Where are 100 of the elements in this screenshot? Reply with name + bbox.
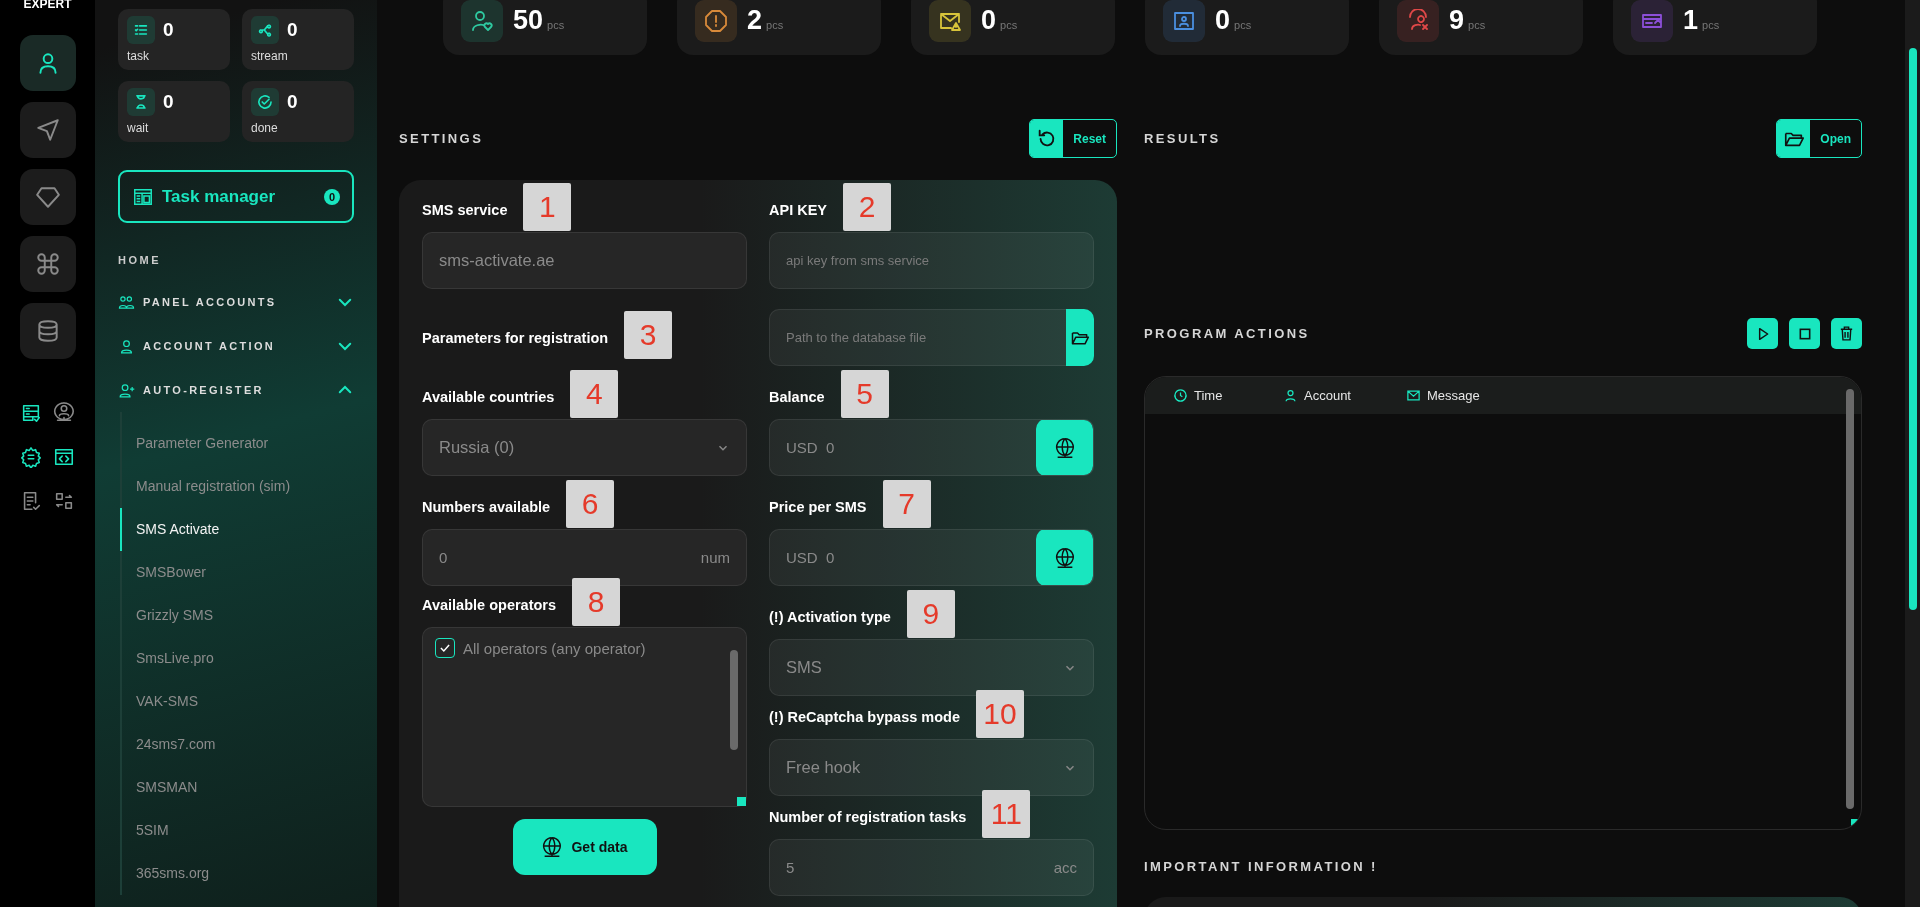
counter-label: done — [251, 121, 279, 135]
submenu-item[interactable]: 5SIM — [120, 809, 354, 852]
scrollbar[interactable] — [730, 650, 738, 750]
counter-label: stream — [251, 49, 289, 63]
code-icon[interactable] — [53, 446, 75, 468]
annotation-marker: 9 — [906, 590, 955, 638]
counter-value: 0 — [287, 19, 298, 41]
amount-field[interactable]: USD 0 — [769, 529, 1094, 586]
refresh-button[interactable] — [1036, 420, 1093, 475]
counter-value: 0 — [163, 91, 174, 113]
stat-unit: pcs — [1000, 18, 1018, 31]
user-plus-icon — [118, 381, 135, 399]
field-label: Parameters for registration — [422, 329, 609, 346]
trash-icon — [1838, 325, 1855, 342]
field-label: API KEY — [769, 202, 827, 218]
task-manager-button[interactable]: Task manager 0 — [118, 170, 354, 223]
user-icon — [118, 337, 135, 355]
globe-icon — [1053, 546, 1076, 569]
stat-value: 0 — [1215, 5, 1231, 36]
delete-button[interactable] — [1831, 318, 1862, 349]
group-icon — [118, 293, 135, 311]
annotation-marker: 1 — [523, 183, 572, 231]
submenu-item[interactable]: SMS Activate — [120, 508, 354, 551]
get-data-button[interactable]: Get data — [512, 819, 657, 875]
stat-value: 50 — [513, 5, 544, 36]
command-icon — [34, 251, 61, 277]
submenu-item[interactable]: Grizzly SMS — [120, 594, 354, 637]
dropdown[interactable]: Russia (0) — [422, 419, 747, 476]
scrollbar[interactable] — [1846, 389, 1854, 809]
amount-field[interactable]: USD 0 — [769, 419, 1094, 476]
mail-icon — [1406, 388, 1421, 403]
task-icon — [127, 16, 155, 44]
stat-value: 9 — [1449, 5, 1465, 36]
nav-section[interactable]: ACCOUNT ACTION — [118, 324, 354, 368]
browse-button[interactable] — [1066, 309, 1094, 366]
checkbox[interactable] — [435, 638, 455, 658]
field-label: Balance — [769, 389, 825, 405]
submenu-item[interactable]: SMSBower — [120, 551, 354, 594]
user-icon — [1283, 388, 1298, 403]
command-nav-button[interactable] — [19, 236, 76, 292]
nav-section[interactable]: PANEL ACCOUNTS — [118, 280, 354, 324]
section-title: PROGRAM ACTIONS — [1144, 326, 1310, 341]
network-user-icon[interactable] — [53, 402, 75, 424]
text-field[interactable]: sms-activate.ae — [422, 232, 747, 289]
section-title: SETTINGS — [399, 131, 484, 146]
server-icon[interactable] — [20, 402, 42, 424]
field-label: Available countries — [422, 389, 555, 405]
dropdown[interactable]: SMS — [769, 639, 1094, 696]
submenu-item[interactable]: SMSMAN — [120, 766, 354, 809]
number-field[interactable]: 5 acc — [769, 839, 1094, 896]
send-icon — [34, 117, 61, 143]
open-button[interactable]: Open — [1776, 119, 1862, 158]
resize-handle[interactable] — [737, 797, 746, 806]
annotation-marker: 4 — [570, 370, 619, 418]
stat-unit: pcs — [547, 18, 565, 31]
annotation-marker: 7 — [882, 480, 931, 528]
stop-button[interactable] — [1789, 318, 1820, 349]
stat-unit: pcs — [1702, 18, 1720, 31]
submenu-item[interactable]: SmsLive.pro — [120, 637, 354, 680]
stat-value: 1 — [1683, 5, 1699, 36]
field-label: Number of registration tasks — [769, 809, 967, 825]
annotation-marker: 11 — [982, 790, 1031, 838]
column-header: Message — [1406, 388, 1516, 403]
reset-button[interactable]: Reset — [1029, 119, 1117, 158]
section-title: RESULTS — [1144, 131, 1221, 146]
play-button[interactable] — [1747, 318, 1778, 349]
stat-value: 0 — [981, 5, 997, 36]
counter-label: task — [127, 49, 150, 63]
page-scrollbar[interactable] — [1905, 0, 1920, 907]
stat-unit: pcs — [1234, 18, 1252, 31]
database-nav-button[interactable] — [19, 303, 76, 359]
annotation-marker: 3 — [624, 310, 673, 359]
column-header: Time — [1173, 388, 1283, 403]
task-count-badge: 0 — [324, 188, 340, 205]
field-label: Available operators — [422, 597, 557, 613]
counter-value: 0 — [163, 19, 174, 41]
submenu-item[interactable]: Parameter Generator — [120, 422, 354, 465]
swap-icon[interactable] — [53, 490, 75, 512]
submenu-item[interactable]: VAK-SMS — [120, 680, 354, 723]
dropdown[interactable]: Free hook — [769, 739, 1094, 796]
stat-value: 2 — [747, 5, 763, 36]
field-label: (!) Activation type — [769, 609, 891, 625]
counter-value: 0 — [287, 91, 298, 113]
gear-icon[interactable] — [20, 446, 42, 468]
diamond-nav-button[interactable] — [19, 169, 76, 225]
section-title: IMPORTANT INFORMATION ! — [1144, 858, 1379, 876]
submenu-item[interactable]: 24sms7.com — [120, 723, 354, 766]
counter-label: wait — [127, 121, 150, 135]
annotation-marker: 5 — [840, 370, 889, 418]
diamond-icon — [34, 184, 61, 210]
send-nav-button[interactable] — [19, 102, 76, 158]
refresh-button[interactable] — [1036, 530, 1093, 585]
time-icon — [1173, 388, 1188, 403]
wait-icon — [127, 88, 155, 116]
field-label: SMS service — [422, 202, 508, 218]
number-field[interactable]: 0 num — [422, 529, 747, 586]
submenu-item[interactable]: Manual registration (sim) — [120, 465, 354, 508]
submenu-item[interactable]: 365sms.org — [120, 852, 354, 895]
nav-section[interactable]: AUTO-REGISTER — [118, 368, 354, 412]
user-nav-button[interactable] — [19, 35, 76, 91]
